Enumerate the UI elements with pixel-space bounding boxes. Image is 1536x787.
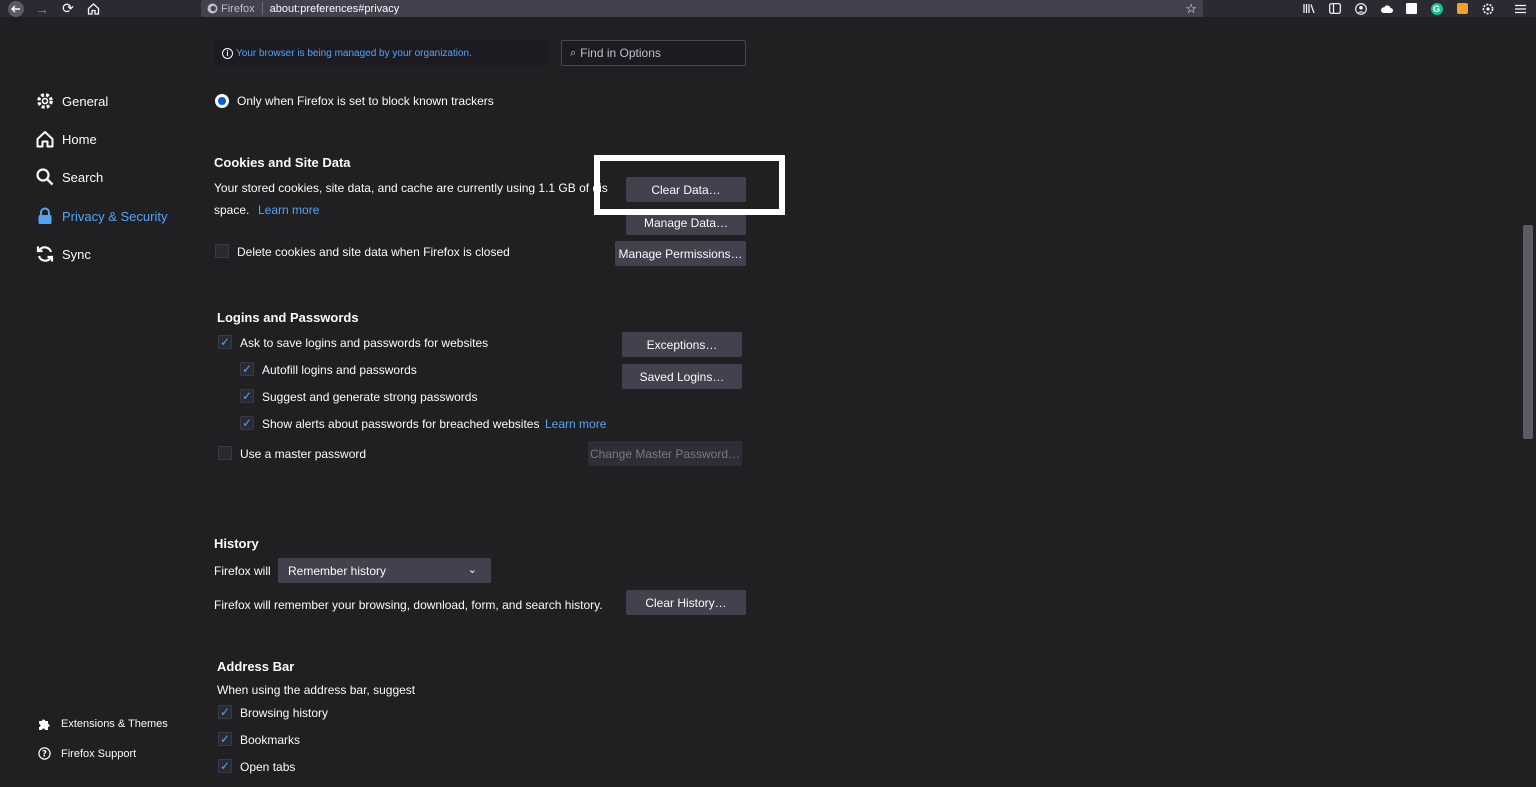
search-icon — [34, 166, 56, 188]
identity-box[interactable]: Firefox — [207, 2, 263, 15]
history-heading: History — [214, 536, 259, 551]
address-bar-suggest-label: When using the address bar, suggest — [217, 683, 416, 697]
info-icon: i — [222, 47, 233, 59]
suggest-passwords-label: Suggest and generate strong passwords — [262, 390, 478, 404]
tracking-radio[interactable] — [215, 94, 229, 108]
breach-alerts-label: Show alerts about passwords for breached… — [262, 417, 540, 431]
managed-policy-notice[interactable]: i Your browser is being managed by your … — [214, 40, 548, 66]
sidebar-item-search[interactable]: Search — [34, 166, 103, 188]
gear-icon — [34, 90, 56, 112]
autofill-logins-label: Autofill logins and passwords — [262, 363, 417, 377]
menu-icon[interactable] — [1514, 2, 1527, 15]
history-description: Firefox will remember your browsing, dow… — [214, 598, 603, 612]
sync-icon — [34, 243, 56, 265]
arrow-left-icon — [8, 0, 24, 17]
sidebar-item-privacy[interactable]: Privacy & Security — [34, 205, 167, 227]
cookies-description: Your stored cookies, site data, and cach… — [214, 181, 608, 195]
highlight-box — [594, 155, 785, 215]
sidebar-firefox-support[interactable]: ? Firefox Support — [37, 747, 136, 760]
sidebar-item-label: Sync — [62, 246, 91, 262]
extension-orange-icon[interactable] — [1456, 2, 1469, 15]
saved-logins-button[interactable]: Saved Logins… — [622, 364, 742, 389]
delete-cookies-label: Delete cookies and site data when Firefo… — [237, 245, 510, 259]
sidebar-item-home[interactable]: Home — [34, 128, 97, 150]
tracking-radio-label: Only when Firefox is set to block known … — [237, 94, 494, 108]
sidebar-footer-label: Firefox Support — [61, 747, 137, 760]
managed-text[interactable]: Your browser is being managed by your or… — [236, 48, 472, 59]
autofill-logins-checkbox[interactable]: ✓ — [240, 362, 254, 376]
url-bar[interactable]: Firefox about:preferences#privacy ☆ — [201, 0, 1203, 17]
chevron-down-icon: ⌄ — [467, 564, 477, 576]
cookies-description-cont: space. — [214, 203, 250, 217]
clear-history-button[interactable]: Clear History… — [626, 590, 746, 615]
breach-alerts-checkbox[interactable]: ✓ — [240, 416, 254, 430]
reload-icon: ⟳ — [62, 0, 74, 16]
logins-heading: Logins and Passwords — [217, 310, 359, 325]
library-icon[interactable] — [1302, 2, 1315, 15]
account-icon[interactable] — [1354, 2, 1367, 15]
sidebar-item-label: Search — [62, 169, 104, 185]
find-in-options[interactable]: ⌕ — [561, 40, 746, 66]
suggest-passwords-checkbox[interactable]: ✓ — [240, 389, 254, 403]
cookies-learn-more-link[interactable]: Learn more — [258, 203, 319, 217]
exceptions-button[interactable]: Exceptions… — [622, 332, 742, 357]
lock-icon — [34, 205, 56, 227]
home-button[interactable] — [85, 0, 101, 17]
url-text[interactable]: about:preferences#privacy — [263, 3, 400, 15]
address-bar-heading: Address Bar — [217, 659, 295, 674]
history-firefox-will-label: Firefox will — [214, 564, 271, 578]
arrow-right-icon: → — [35, 0, 49, 17]
forward-button[interactable]: → — [33, 0, 51, 17]
suggest-bookmarks-checkbox[interactable]: ✓ — [218, 732, 232, 746]
identity-label: Firefox — [221, 2, 255, 15]
extension-square-icon[interactable] — [1405, 2, 1418, 15]
sidebar-item-label: Home — [62, 131, 97, 147]
reload-button[interactable]: ⟳ — [60, 0, 76, 17]
svg-text:?: ? — [42, 750, 47, 760]
sidebar-item-label: General — [62, 93, 109, 109]
home-icon — [87, 3, 99, 15]
puzzle-icon — [37, 717, 51, 731]
back-button[interactable] — [4, 0, 28, 17]
suggest-browsing-history-label: Browsing history — [240, 706, 329, 720]
history-mode-select[interactable]: Remember history ⌄ — [278, 558, 491, 583]
ask-save-logins-label: Ask to save logins and passwords for web… — [240, 336, 489, 350]
change-master-password-button[interactable]: Change Master Password… — [588, 441, 742, 466]
breach-alerts-learn-more-link[interactable]: Learn more — [545, 417, 606, 431]
sidebar-item-general[interactable]: General — [34, 90, 108, 112]
suggest-bookmarks-label: Bookmarks — [240, 733, 301, 747]
scrollbar-thumb[interactable] — [1523, 225, 1533, 439]
history-mode-value: Remember history — [288, 563, 387, 578]
firefox-logo-icon — [207, 3, 218, 14]
master-password-checkbox[interactable] — [218, 446, 232, 460]
browser-toolbar: → ⟳ Firefox about:preferences#privacy ☆ … — [0, 0, 1536, 17]
sidebar-item-label: Privacy & Security — [62, 208, 168, 224]
help-icon: ? — [37, 747, 51, 760]
suggest-open-tabs-checkbox[interactable]: ✓ — [218, 759, 232, 773]
sidebar-item-sync[interactable]: Sync — [34, 243, 91, 265]
extension-gear-icon[interactable] — [1481, 2, 1494, 15]
extension-cloud-icon[interactable] — [1380, 2, 1393, 15]
suggest-open-tabs-label: Open tabs — [240, 760, 296, 774]
sidebar-toggle-icon[interactable] — [1328, 2, 1341, 15]
home-icon — [34, 128, 56, 150]
grammarly-icon[interactable]: G — [1430, 2, 1443, 15]
find-input[interactable] — [580, 46, 731, 60]
search-icon: ⌕ — [570, 46, 577, 59]
cookies-heading: Cookies and Site Data — [214, 155, 351, 170]
suggest-browsing-history-checkbox[interactable]: ✓ — [218, 705, 232, 719]
bookmark-star-icon[interactable]: ☆ — [1185, 0, 1197, 17]
ask-save-logins-checkbox[interactable]: ✓ — [218, 335, 232, 349]
sidebar-footer-label: Extensions & Themes — [61, 718, 168, 730]
manage-permissions-button[interactable]: Manage Permissions… — [615, 241, 746, 266]
master-password-label: Use a master password — [240, 447, 367, 461]
sidebar-extensions-themes[interactable]: Extensions & Themes — [37, 717, 168, 731]
delete-cookies-checkbox[interactable] — [215, 244, 229, 258]
